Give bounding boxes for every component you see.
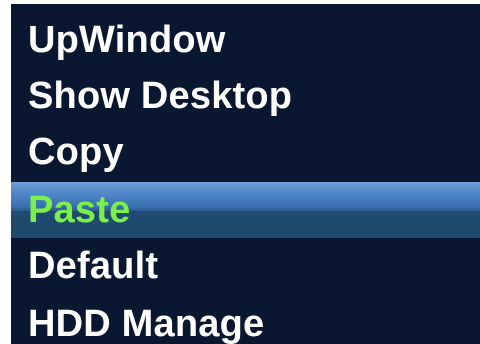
menu-item-label: UpWindow [28, 19, 226, 61]
context-menu: UpWindow Show Desktop Copy Paste Default… [11, 4, 480, 344]
menu-item-copy[interactable]: Copy [11, 124, 480, 180]
menu-item-paste[interactable]: Paste [11, 182, 480, 238]
menu-item-show-desktop[interactable]: Show Desktop [11, 68, 480, 124]
menu-item-label: Paste [28, 189, 131, 231]
menu-item-label: Show Desktop [28, 75, 293, 117]
menu-item-label: Default [28, 245, 159, 287]
menu-item-upwindow[interactable]: UpWindow [11, 12, 480, 68]
menu-item-label: HDD Manage [28, 303, 265, 344]
menu-item-default[interactable]: Default [11, 238, 480, 294]
menu-item-label: Copy [28, 131, 124, 173]
menu-item-hdd-manage[interactable]: HDD Manage [11, 296, 480, 344]
